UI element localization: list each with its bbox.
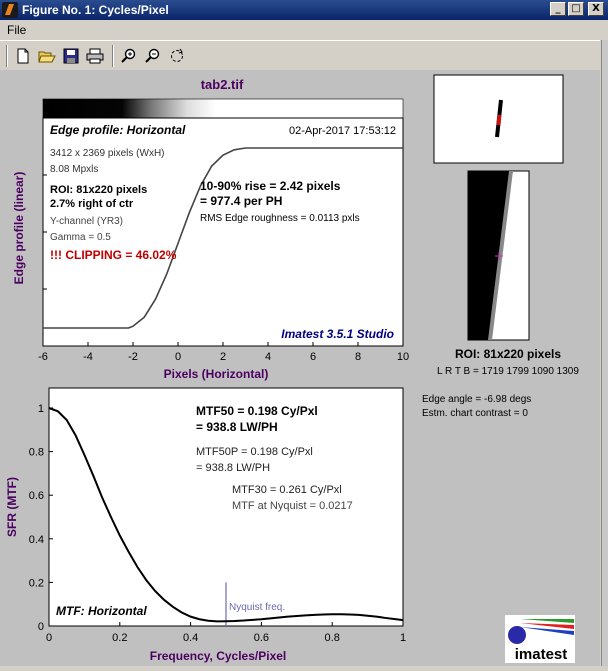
side-window-strip [601,40,608,666]
edge-date: 02-Apr-2017 17:53:12 [289,125,396,137]
mtf-x-tick-label: 0.4 [183,632,198,644]
edge-x-axis-label: Pixels (Horizontal) [164,367,269,381]
title-bar: Figure No. 1: Cycles/Pixel _ □ X [0,0,608,20]
close-button[interactable]: X [588,2,604,16]
roi-size-label: ROI: 81x220 pixels [455,347,561,361]
edge-rise: 10-90% rise = 2.42 pixels [200,179,341,193]
zoom-out-icon [145,48,160,63]
imatest-logo: imatest [505,615,575,663]
edge-channel: Y-channel (YR3) [50,216,123,227]
minimize-button[interactable]: _ [550,2,566,16]
new-file-icon [17,48,29,63]
mtf-y-tick-label: 0 [38,621,44,633]
edge-roi-position: 2.7% right of ctr [50,198,134,210]
edge-x-tick-label: 10 [397,351,409,363]
edge-x-tick-label: 2 [220,351,226,363]
toolbar-separator [112,44,114,67]
mtf-x-tick-label: 0.2 [112,632,127,644]
edge-title: Edge profile: Horizontal [50,123,186,137]
save-button[interactable] [60,45,82,67]
mtf30-value: MTF30 = 0.261 Cy/Pxl [232,484,342,496]
mtf-y-tick-label: 1 [38,403,44,415]
edge-roi: ROI: 81x220 pixels [50,184,147,196]
mtf-nyquist-value: MTF at Nyquist = 0.0217 [232,500,353,512]
matlab-app-icon [2,2,18,18]
filename-title: tab2.tif [201,77,244,92]
edge-rise-per-ph: = 977.4 per PH [200,194,282,208]
edge-angle-label: Edge angle = -6.98 degs [422,394,531,405]
edge-rms-roughness: RMS Edge roughness = 0.0113 pxls [200,213,360,224]
printer-icon [86,48,104,63]
edge-gradient-strip [42,98,404,119]
menu-file[interactable]: File [7,23,26,37]
mtf-y-tick-label: 0.6 [29,490,44,502]
edge-x-tick-label: 4 [265,351,271,363]
mtf-title: MTF: Horizontal [56,604,147,618]
print-button[interactable] [84,45,106,67]
edge-gamma: Gamma = 0.5 [50,232,111,243]
edge-x-tick-label: -2 [128,351,138,363]
figure-canvas: tab2.tif -6 -4 -2 0 2 4 6 8 10 Edge profile: Hor… [5,74,579,663]
edge-x-tick-label: -4 [83,351,93,363]
mtf-x-tick-label: 1 [400,632,406,644]
roi-highlight-mark [496,114,502,126]
mtf-x-tick-label: 0 [46,632,52,644]
zoom-out-button[interactable] [142,45,164,67]
edge-x-tick-label: -6 [38,351,48,363]
mtf-y-axis-label: SFR (MTF) [5,477,19,537]
mtf-y-tick-label: 0.4 [29,534,44,546]
edge-clipping-warning: !!! CLIPPING = 46.02% [50,248,177,262]
edge-info-dimensions: 3412 x 2369 pixels (WxH) [50,148,165,159]
menu-bar: File [0,20,608,39]
nyquist-label: Nyquist freq. [229,602,285,613]
mtf50p-value: MTF50P = 0.198 Cy/Pxl [196,446,313,458]
save-disk-icon [63,48,79,63]
mtf-y-tick-label: 0.8 [29,447,44,459]
window-controls: _ □ X [550,2,604,16]
toolbar-grip [6,44,8,67]
open-file-button[interactable] [36,45,58,67]
mtf50-value: MTF50 = 0.198 Cy/Pxl [196,404,318,418]
edge-info-mpxls: 8.08 Mpxls [50,164,98,175]
open-folder-icon [38,51,56,62]
edge-profile-chart: -6 -4 -2 0 2 4 6 8 10 Edge profile: Horizontal 0… [12,117,409,381]
mtf-x-axis-label: Frequency, Cycles/Pixel [150,649,287,663]
edge-x-tick-label: 8 [355,351,361,363]
rotate-icon [171,48,183,62]
logo-sphere-icon [508,626,526,644]
chart-contrast-label: Estm. chart contrast = 0 [422,408,528,419]
edge-x-tick-label: 0 [175,351,181,363]
window-title: Figure No. 1: Cycles/Pixel [22,3,169,17]
roi-lrtb-label: L R T B = 1719 1799 1090 1309 [437,366,579,377]
mtf50-lwph: = 938.8 LW/PH [196,420,278,434]
toolbar [0,40,600,70]
mtf50p-lwph: = 938.8 LW/PH [196,462,270,474]
mtf-y-tick-label: 0.2 [29,577,44,589]
zoom-in-icon [121,48,136,63]
mtf-x-tick-label: 0.8 [325,632,340,644]
imatest-brand-label: Imatest 3.5.1 Studio [281,327,394,341]
maximize-button[interactable]: □ [568,2,584,16]
new-figure-button[interactable] [12,45,34,67]
edge-y-axis-label: Edge profile (linear) [12,172,26,285]
mtf-chart: 0 0.2 0.4 0.6 0.8 1 0 0.2 0.4 0.6 0.8 1 MTF50 = 0.… [5,387,406,663]
zoom-in-button[interactable] [118,45,140,67]
figure-area: tab2.tif -6 -4 -2 0 2 4 6 8 10 Edge profile: Hor… [0,70,600,666]
rotate-button[interactable] [166,45,188,67]
edge-x-tick-label: 6 [310,351,316,363]
logo-text: imatest [515,646,568,663]
mtf-x-tick-label: 0.6 [254,632,269,644]
